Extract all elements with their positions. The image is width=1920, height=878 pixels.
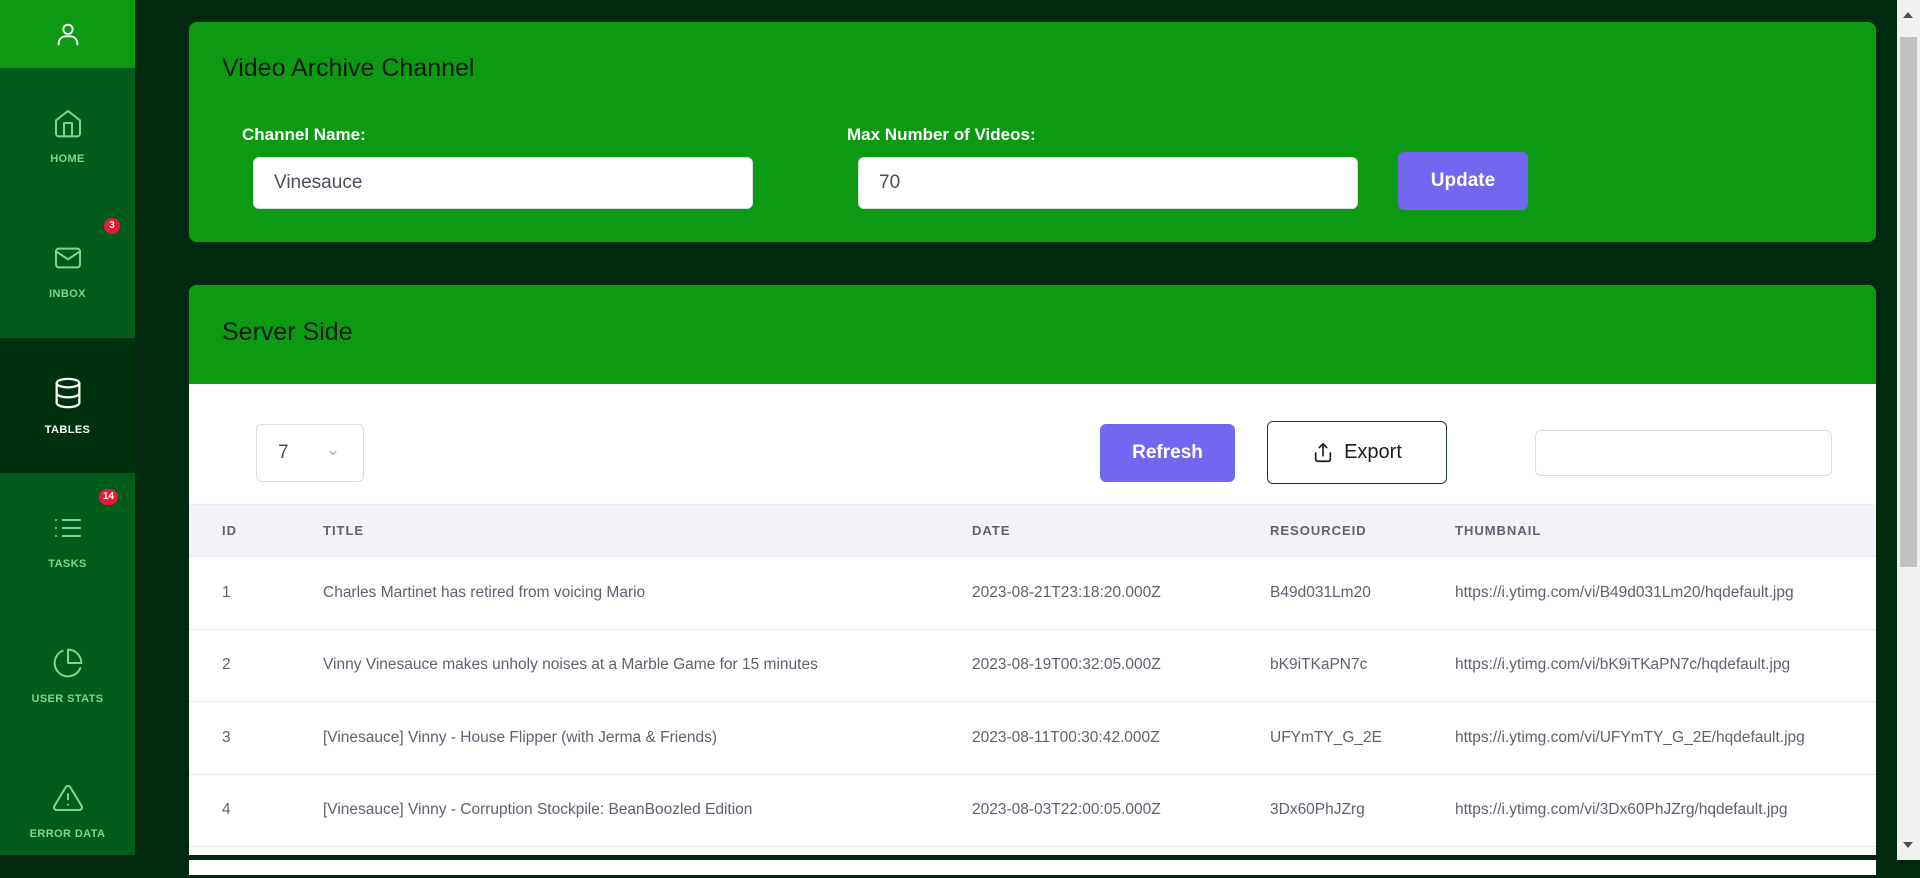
cell-date: 2023-08-19T00:32:05.000Z [972, 629, 1270, 702]
cell-title: [Vinesauce] Vinny - Corruption Stockpile… [323, 774, 972, 847]
search-input[interactable] [1535, 430, 1832, 476]
user-icon [57, 23, 78, 46]
card-header: Server Side [189, 285, 1876, 384]
sidebar-item-label: USER STATS [31, 692, 104, 705]
sidebar-item-label: INBOX [49, 287, 86, 300]
page-scrollbar[interactable] [1897, 0, 1920, 860]
sidebar: HOME INBOX 3 TABLES TASKS 14 USER STATS … [0, 0, 135, 860]
channel-name-input[interactable] [253, 157, 753, 209]
sidebar-item-label: HOME [50, 152, 85, 165]
channel-settings-card: Video Archive Channel Channel Name: Max … [189, 22, 1876, 242]
table-header-row: ID TITLE DATE RESOURCEID THUMBNAIL [189, 504, 1876, 557]
bottom-edge [0, 855, 1897, 860]
inbox-count-badge: 3 [104, 218, 120, 234]
card-title: Video Archive Channel [222, 54, 475, 82]
cell-resourceid: 3Dx60PhJZrg [1270, 774, 1455, 847]
cell-date: 2023-08-11T00:30:42.000Z [972, 701, 1270, 775]
sidebar-item-home[interactable]: HOME [0, 68, 135, 203]
column-header-thumbnail[interactable]: THUMBNAIL [1455, 504, 1876, 557]
cell-thumbnail: https://i.ytimg.com/vi/bK9iTKaPN7c/hqdef… [1455, 629, 1876, 702]
alert-triangle-icon [52, 784, 83, 811]
cell-id: 3 [189, 701, 323, 775]
list-icon [54, 518, 81, 537]
cell-resourceid: UFYmTY_G_2E [1270, 701, 1455, 775]
scroll-down-arrow-icon[interactable] [1903, 842, 1913, 848]
sidebar-item-label: TABLES [44, 423, 91, 436]
channel-name-label: Channel Name: [242, 125, 366, 144]
cell-thumbnail: https://i.ytimg.com/vi/B49d031Lm20/hqdef… [1455, 556, 1876, 630]
cell-resourceid: bK9iTKaPN7c [1270, 629, 1455, 702]
sidebar-item-user-stats[interactable]: USER STATS [0, 608, 135, 743]
cell-title: [Vinesauce] Vinny - House Flipper (with … [323, 701, 972, 775]
table-row[interactable]: 2 Vinny Vinesauce makes unholy noises at… [189, 629, 1876, 702]
cell-resourceid: B49d031Lm20 [1270, 556, 1455, 630]
scroll-up-arrow-icon[interactable] [1903, 12, 1913, 18]
table-row[interactable]: 4 [Vinesauce] Vinny - Corruption Stockpi… [189, 774, 1876, 847]
cell-id: 2 [189, 629, 323, 702]
user-profile-button[interactable] [0, 0, 135, 68]
column-header-title[interactable]: TITLE [323, 504, 972, 557]
sidebar-item-label: TASKS [48, 557, 87, 570]
column-header-id[interactable]: ID [189, 504, 323, 557]
sidebar-item-label: ERROR DATA [29, 827, 106, 840]
cell-id: 4 [189, 774, 323, 847]
export-button[interactable]: Export [1267, 421, 1447, 484]
table-row[interactable]: 3 [Vinesauce] Vinny - House Flipper (wit… [189, 701, 1876, 775]
update-button[interactable]: Update [1398, 152, 1528, 210]
export-label: Export [1344, 441, 1402, 463]
table-row[interactable]: 1 Charles Martinet has retired from voic… [189, 556, 1876, 630]
cell-thumbnail: https://i.ytimg.com/vi/3Dx60PhJZrg/hqdef… [1455, 774, 1876, 847]
videos-table: ID TITLE DATE RESOURCEID THUMBNAIL 1 Cha… [189, 504, 1876, 847]
page-length-value: 7 [278, 442, 289, 463]
column-header-date[interactable]: DATE [972, 504, 1270, 557]
pie-chart-icon [53, 648, 82, 677]
upload-icon [1314, 442, 1332, 462]
max-videos-label: Max Number of Videos: [847, 125, 1036, 144]
max-videos-input[interactable] [858, 157, 1358, 209]
mail-icon [54, 247, 81, 268]
page-length-select[interactable]: 7 [256, 424, 364, 482]
cell-thumbnail: https://i.ytimg.com/vi/UFYmTY_G_2E/hqdef… [1455, 701, 1876, 775]
cell-title: Vinny Vinesauce makes unholy noises at a… [323, 629, 972, 702]
sidebar-item-tables[interactable]: TABLES [0, 338, 135, 473]
cell-date: 2023-08-03T22:00:05.000Z [972, 774, 1270, 847]
scrollbar-thumb[interactable] [1900, 37, 1917, 567]
column-header-resourceid[interactable]: RESOURCEID [1270, 504, 1455, 557]
cell-id: 1 [189, 556, 323, 630]
tasks-count-badge: 14 [99, 489, 119, 505]
database-icon [55, 377, 80, 408]
chevron-down-icon [329, 451, 337, 455]
cell-date: 2023-08-21T23:18:20.000Z [972, 556, 1270, 630]
cell-title: Charles Martinet has retired from voicin… [323, 556, 972, 630]
refresh-button[interactable]: Refresh [1100, 424, 1235, 482]
sidebar-item-inbox[interactable]: INBOX 3 [0, 203, 135, 338]
card-title: Server Side [222, 318, 353, 346]
server-side-table-card: Server Side 7 Refresh Export ID TITLE DA… [189, 285, 1876, 875]
home-icon [54, 109, 81, 137]
sidebar-item-tasks[interactable]: TASKS 14 [0, 473, 135, 608]
